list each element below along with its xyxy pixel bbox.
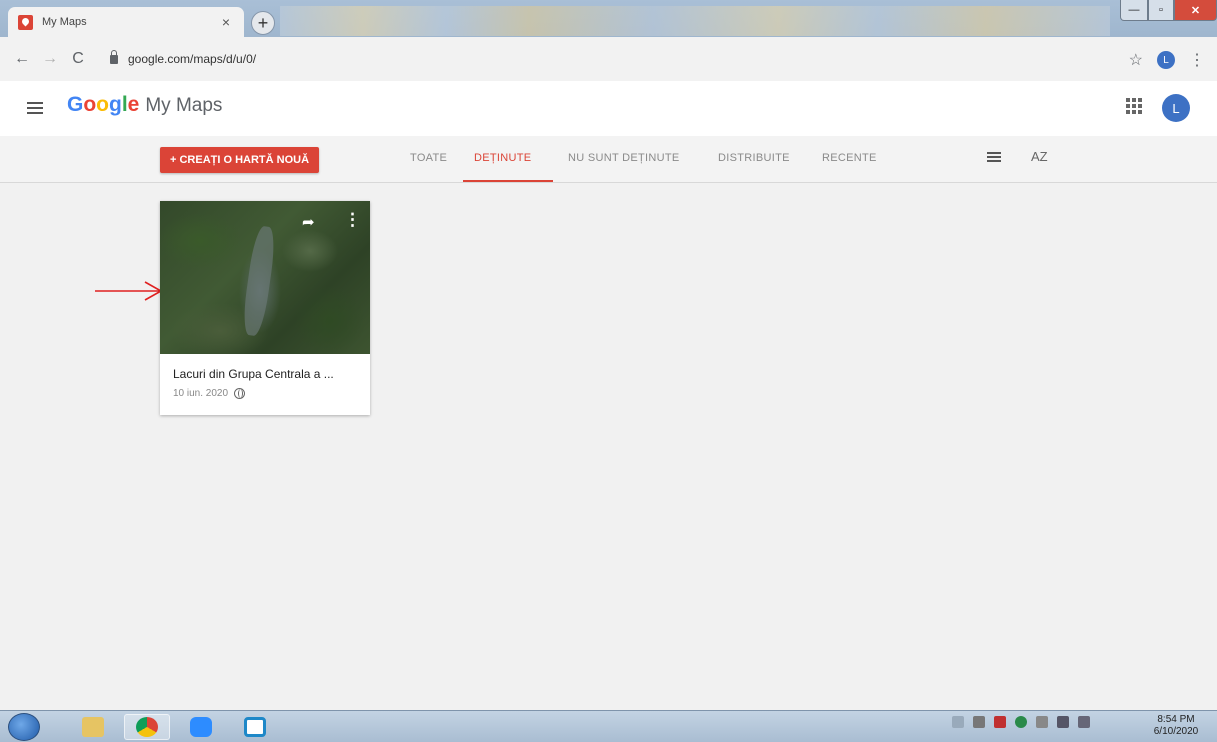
map-date: 10 iun. 2020: [173, 388, 229, 399]
browser-actions: ☆ L ⋮: [1129, 50, 1205, 70]
red-annotation-arrow: [95, 281, 163, 301]
window-close-button[interactable]: ✕: [1174, 0, 1217, 21]
browser-tabstrip: My Maps × + — ▫ ✕: [0, 0, 1217, 37]
map-card[interactable]: ➦ ⋮ Lacuri din Grupa Centrala a ... 10 i…: [160, 201, 370, 415]
taskbar-edge-app[interactable]: [232, 714, 278, 740]
google-letter: e: [127, 93, 140, 116]
browser-tab-my-maps[interactable]: My Maps ×: [8, 7, 244, 37]
clock-time: 8:54 PM: [1157, 714, 1195, 725]
internet-icon: [244, 717, 266, 737]
my-maps-favicon-icon: [18, 14, 33, 30]
window-minimize-button[interactable]: —: [1120, 0, 1148, 21]
reload-icon[interactable]: C: [67, 50, 89, 68]
app-header: Google My Maps L: [0, 81, 1217, 136]
tab-all[interactable]: TOATE: [410, 152, 447, 164]
filter-toolbar: + CREAȚI O HARTĂ NOUĂ TOATE DEȚINUTE NU …: [0, 136, 1217, 183]
battery-icon[interactable]: [1036, 716, 1048, 728]
volume-icon[interactable]: [1078, 716, 1090, 728]
folder-icon: [82, 717, 104, 737]
lock-icon: [110, 49, 118, 64]
zoom-icon: [190, 717, 212, 737]
windows-taskbar: 8:54 PM 6/10/2020: [0, 710, 1217, 742]
product-name: My Maps: [145, 95, 223, 116]
tab-owned[interactable]: DEȚINUTE: [474, 152, 531, 164]
tab-not-owned[interactable]: NU SUNT DEȚINUTE: [568, 152, 680, 164]
flag-icon[interactable]: [973, 716, 985, 728]
map-thumbnail[interactable]: ➦ ⋮: [160, 201, 370, 354]
windows-start-icon[interactable]: [8, 713, 40, 741]
taskbar-chrome-app[interactable]: [124, 714, 170, 740]
tab-shared[interactable]: DISTRIBUITE: [718, 152, 790, 164]
more-options-icon[interactable]: ⋮: [344, 210, 361, 230]
map-title[interactable]: Lacuri din Grupa Centrala a ...: [173, 367, 334, 381]
new-tab-button[interactable]: +: [251, 11, 275, 35]
chrome-icon: [136, 717, 158, 737]
taskbar-clock[interactable]: 8:54 PM 6/10/2020: [1143, 714, 1209, 738]
sort-az-icon[interactable]: AZ: [1031, 149, 1048, 164]
browser-profile-avatar[interactable]: L: [1157, 51, 1175, 69]
address-url[interactable]: google.com/maps/d/u/0/: [128, 52, 256, 66]
system-tray: [952, 716, 1090, 728]
browser-menu-icon[interactable]: ⋮: [1189, 50, 1205, 70]
security-icon[interactable]: [994, 716, 1006, 728]
tray-hidden-icon[interactable]: [952, 716, 964, 728]
tab-title: My Maps: [42, 16, 87, 28]
back-arrow-icon[interactable]: ←: [11, 50, 33, 68]
google-letter: G: [67, 93, 84, 116]
google-apps-icon[interactable]: [1126, 98, 1142, 114]
network-icon[interactable]: [1057, 716, 1069, 728]
forward-arrow-icon[interactable]: →: [39, 50, 61, 68]
bookmark-star-icon[interactable]: ☆: [1129, 50, 1143, 70]
google-letter: o: [96, 93, 109, 116]
google-letter: g: [109, 93, 122, 116]
lake-shape: [240, 225, 278, 337]
app-logo[interactable]: Google My Maps: [67, 93, 222, 117]
account-avatar[interactable]: L: [1162, 94, 1190, 122]
background-window-strip: [280, 6, 1110, 36]
window-maximize-button[interactable]: ▫: [1148, 0, 1174, 21]
list-view-icon[interactable]: [987, 152, 1001, 163]
tab-close-icon[interactable]: ×: [222, 14, 230, 30]
google-wordmark: Google: [67, 93, 139, 117]
clock-date: 6/10/2020: [1153, 726, 1199, 737]
create-new-map-button[interactable]: + CREAȚI O HARTĂ NOUĂ: [160, 147, 320, 173]
active-tab-indicator: [463, 180, 553, 182]
sync-icon[interactable]: [1015, 716, 1027, 728]
map-meta: 10 iun. 2020: [173, 388, 246, 399]
taskbar-explorer-app[interactable]: [70, 714, 116, 740]
address-bar[interactable]: google.com/maps/d/u/0/: [110, 48, 1110, 70]
tab-recent[interactable]: RECENTE: [822, 152, 877, 164]
google-letter: o: [83, 93, 97, 116]
main-menu-icon[interactable]: [27, 102, 43, 114]
public-globe-icon: [234, 388, 246, 399]
share-arrow-icon[interactable]: ➦: [302, 213, 315, 231]
taskbar-zoom-app[interactable]: [178, 714, 224, 740]
